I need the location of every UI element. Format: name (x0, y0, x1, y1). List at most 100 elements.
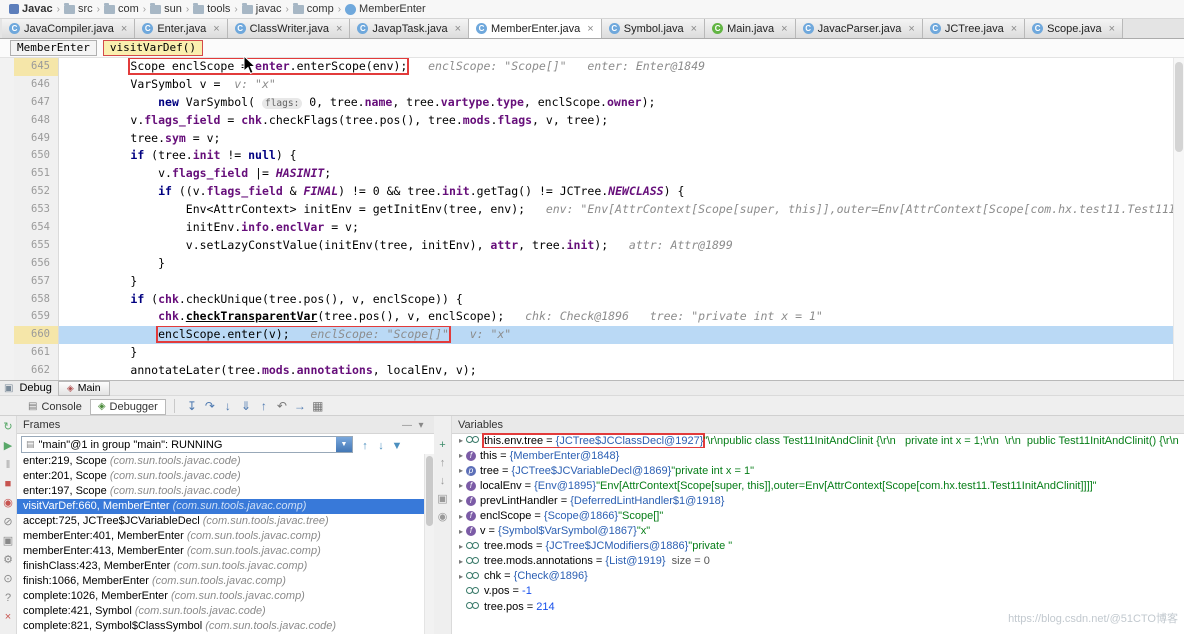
stack-frame[interactable]: memberEnter:401, MemberEnter (com.sun.to… (17, 529, 425, 544)
thread-dropdown-button[interactable]: ▼ (336, 437, 352, 452)
run-to-cursor-icon[interactable]: → (291, 399, 309, 413)
variable-row[interactable]: ▸fprevLintHandler = {DeferredLintHandler… (452, 493, 1184, 508)
editor-tab[interactable]: CMemberEnter.java× (469, 19, 602, 38)
breadcrumb-item-javac[interactable]: javac (239, 3, 285, 15)
editor-tab[interactable]: CJavapTask.java× (350, 19, 469, 38)
expand-arrow-icon[interactable]: ▸ (456, 557, 466, 566)
variable-row[interactable]: ▸tree.mods.annotations = {List@1919} siz… (452, 554, 1184, 569)
tab-console[interactable]: ▤Console (20, 399, 90, 415)
breadcrumb-item-src[interactable]: src (61, 3, 96, 15)
expand-arrow-icon[interactable]: ▸ (456, 466, 466, 475)
variable-row[interactable]: ▸fv = {Symbol$VarSymbol@1867}"x" (452, 524, 1184, 539)
close-icon[interactable]: × (213, 24, 219, 34)
show-execution-point-icon[interactable]: ↧ (183, 399, 201, 413)
tab-debugger[interactable]: ◈Debugger (90, 399, 166, 415)
duplicate-watch-icon[interactable]: ▣ (434, 491, 451, 507)
expand-arrow-icon[interactable]: ▸ (456, 436, 466, 445)
prev-frame-icon[interactable]: ↑ (357, 440, 373, 452)
move-down-icon[interactable]: ↓ (434, 473, 451, 489)
rerun-icon[interactable]: ↻ (0, 419, 17, 436)
restore-layout-icon[interactable]: ▣ (0, 533, 17, 550)
breadcrumb-item-com[interactable]: com (101, 3, 142, 15)
resume-icon[interactable]: ▶ (0, 438, 17, 455)
close-icon[interactable]: × (1109, 24, 1115, 34)
frames-scrollbar-thumb[interactable] (426, 456, 433, 526)
move-up-icon[interactable]: ↑ (434, 455, 451, 471)
debug-session-tab[interactable]: ◈ Main (58, 381, 110, 396)
stack-frame[interactable]: complete:821, Symbol$ClassSymbol (com.su… (17, 619, 425, 634)
stop-icon[interactable]: ■ (0, 476, 17, 493)
stack-frame[interactable]: finish:1066, MemberEnter (com.sun.tools.… (17, 574, 425, 589)
force-step-into-icon[interactable]: ⇓ (237, 399, 255, 413)
settings-icon[interactable]: ⚙ (0, 552, 17, 569)
view-breakpoints-icon[interactable]: ◉ (0, 495, 17, 512)
breadcrumb-item-tools[interactable]: tools (190, 3, 233, 15)
close-icon[interactable]: × (587, 24, 593, 34)
editor-scrollbar[interactable] (1173, 58, 1184, 380)
add-watch-icon[interactable]: + (434, 437, 451, 453)
variable-row[interactable]: ▸fenclScope = {Scope@1866}"Scope[]" (452, 508, 1184, 523)
class-chip[interactable]: MemberEnter (10, 40, 97, 56)
mute-breakpoints-icon[interactable]: ⊘ (0, 514, 17, 531)
expand-arrow-icon[interactable]: ▸ (456, 542, 466, 551)
breadcrumb-item-javac[interactable]: Javac (6, 3, 56, 15)
expand-arrow-icon[interactable]: ▸ (456, 527, 466, 536)
editor-tab[interactable]: CMain.java× (705, 19, 796, 38)
filter-frames-icon[interactable]: ▼ (389, 440, 405, 452)
step-out-icon[interactable]: ↑ (255, 399, 273, 413)
stack-frame[interactable]: enter:201, Scope (com.sun.tools.javac.co… (17, 469, 425, 484)
capture-icon[interactable]: ◉ (434, 509, 451, 525)
breadcrumb-item-memberenter[interactable]: MemberEnter (342, 3, 429, 15)
variable-row[interactable]: ▸chk = {Check@1896} (452, 569, 1184, 584)
editor-tab[interactable]: CJCTree.java× (923, 19, 1025, 38)
step-into-icon[interactable]: ↓ (219, 399, 237, 413)
editor-tab[interactable]: CEnter.java× (135, 19, 227, 38)
editor-tab[interactable]: CScope.java× (1025, 19, 1123, 38)
editor-tab[interactable]: CJavacParser.java× (796, 19, 923, 38)
frames-menu-icon[interactable]: ▾ (414, 420, 428, 431)
close-icon[interactable]: × (781, 24, 787, 34)
stack-frame[interactable]: complete:421, Symbol (com.sun.tools.java… (17, 604, 425, 619)
editor-tab[interactable]: CClassWriter.java× (228, 19, 351, 38)
hide-frames-icon[interactable]: — (400, 420, 414, 431)
close-icon[interactable]: × (691, 24, 697, 34)
variable-row[interactable]: ▸fthis = {MemberEnter@1848} (452, 448, 1184, 463)
close-icon[interactable]: × (908, 24, 914, 34)
editor-tab[interactable]: CSymbol.java× (602, 19, 705, 38)
evaluate-expression-icon[interactable]: ▦ (309, 399, 327, 413)
close-icon[interactable]: × (1011, 24, 1017, 34)
next-frame-icon[interactable]: ↓ (373, 440, 389, 452)
editor-tab[interactable]: CJavaCompiler.java× (2, 19, 135, 38)
frames-scrollbar[interactable] (424, 454, 434, 634)
close-icon[interactable]: × (0, 609, 17, 626)
close-icon[interactable]: × (336, 24, 342, 34)
thread-selector[interactable]: ▤ "main"@1 in group "main": RUNNING ▼ (21, 436, 353, 453)
editor-scrollbar-thumb[interactable] (1175, 62, 1183, 152)
pin-icon[interactable]: ⊙ (0, 571, 17, 588)
method-chip[interactable]: visitVarDef() (103, 40, 203, 56)
breadcrumb-item-sun[interactable]: sun (147, 3, 185, 15)
stack-frame[interactable]: enter:197, Scope (com.sun.tools.javac.co… (17, 484, 425, 499)
breadcrumb-item-comp[interactable]: comp (290, 3, 337, 15)
close-icon[interactable]: × (121, 24, 127, 34)
drop-frame-icon[interactable]: ↶ (273, 399, 291, 413)
variable-row[interactable]: ▸flocalEnv = {Env@1895}"Env[AttrContext[… (452, 478, 1184, 493)
stack-frame[interactable]: enter:219, Scope (com.sun.tools.javac.co… (17, 454, 425, 469)
stack-frame[interactable]: memberEnter:413, MemberEnter (com.sun.to… (17, 544, 425, 559)
stack-frame[interactable]: visitVarDef:660, MemberEnter (com.sun.to… (17, 499, 425, 514)
stack-frame[interactable]: finishClass:423, MemberEnter (com.sun.to… (17, 559, 425, 574)
help-icon[interactable]: ? (0, 590, 17, 607)
expand-arrow-icon[interactable]: ▸ (456, 481, 466, 490)
expand-arrow-icon[interactable]: ▸ (456, 572, 466, 581)
pause-icon[interactable]: ‖ (0, 457, 17, 474)
stack-frame[interactable]: complete:1026, MemberEnter (com.sun.tool… (17, 589, 425, 604)
stack-frame[interactable]: accept:725, JCTree$JCVariableDecl (com.s… (17, 514, 425, 529)
code-editor[interactable]: 645 Scope enclScope = enter.enterScope(e… (0, 58, 1184, 380)
expand-arrow-icon[interactable]: ▸ (456, 496, 466, 505)
variable-row[interactable]: v.pos = -1 (452, 584, 1184, 599)
expand-arrow-icon[interactable]: ▸ (456, 451, 466, 460)
step-over-icon[interactable]: ↷ (201, 399, 219, 413)
expand-arrow-icon[interactable]: ▸ (456, 512, 466, 521)
close-icon[interactable]: × (455, 24, 461, 34)
variable-row[interactable]: ▸ptree = {JCTree$JCVariableDecl@1869}"pr… (452, 463, 1184, 478)
